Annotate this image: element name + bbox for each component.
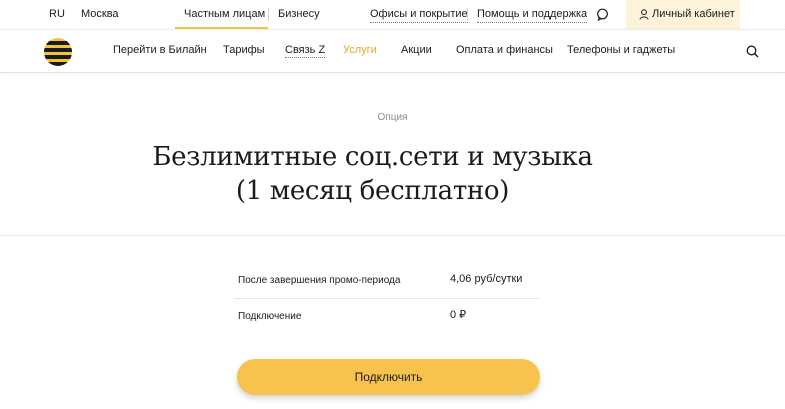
chat-icon[interactable] (596, 8, 609, 21)
search-icon[interactable] (746, 45, 759, 58)
nav-phones-gadgets[interactable]: Телефоны и гаджеты (567, 44, 675, 57)
segment-divider (268, 8, 269, 21)
nav-payment-finance[interactable]: Оплата и финансы (456, 44, 553, 57)
page-title-line-2: (1 месяц бесплатно) (235, 176, 510, 206)
help-link[interactable]: Помощь и поддержка (477, 8, 588, 23)
page-title-line-1: Безлимитные соц.сети и музыка (152, 142, 593, 172)
city-selector[interactable]: Москва (81, 8, 119, 21)
language-switch[interactable]: RU (49, 8, 65, 21)
nav-services[interactable]: Услуги (343, 44, 377, 57)
option-header: Опция Безлимитные соц.сети и музыка (1 м… (0, 74, 785, 236)
main-navigation: Перейти в Билайн Тарифы Связь Z Услуги А… (0, 29, 785, 73)
top-utility-bar: RU Москва Частным лицам Бизнесу Офисы и … (0, 0, 785, 29)
nav-go-to-beeline[interactable]: Перейти в Билайн (113, 44, 207, 57)
user-icon (639, 9, 649, 20)
pricing-row-label: Подключение (238, 311, 302, 322)
pricing-row: Подключение 0 ₽ (234, 299, 539, 335)
segment-business[interactable]: Бизнесу (278, 8, 320, 21)
beeline-logo[interactable] (44, 38, 72, 66)
pricing-row-value: 0 ₽ (450, 309, 467, 321)
pricing-row: После завершения промо-периода 4,06 руб/… (234, 263, 539, 299)
pricing-row-value: 4,06 руб/сутки (450, 273, 523, 285)
option-eyebrow: Опция (377, 112, 408, 123)
nav-tariffs[interactable]: Тарифы (223, 44, 265, 57)
offices-link[interactable]: Офисы и покрытие (370, 8, 468, 23)
page-title: Безлимитные соц.сети и музыка (1 месяц б… (0, 140, 745, 208)
connect-button[interactable]: Подключить (237, 359, 540, 395)
link-divider (467, 8, 468, 21)
segment-private[interactable]: Частным лицам (184, 8, 265, 21)
pricing-row-label: После завершения промо-периода (238, 275, 401, 286)
nav-promotions[interactable]: Акции (401, 44, 432, 57)
personal-account-button[interactable]: Личный кабинет (626, 0, 740, 29)
nav-svyaz-z[interactable]: Связь Z (285, 44, 326, 58)
personal-account-label: Личный кабинет (652, 8, 735, 20)
